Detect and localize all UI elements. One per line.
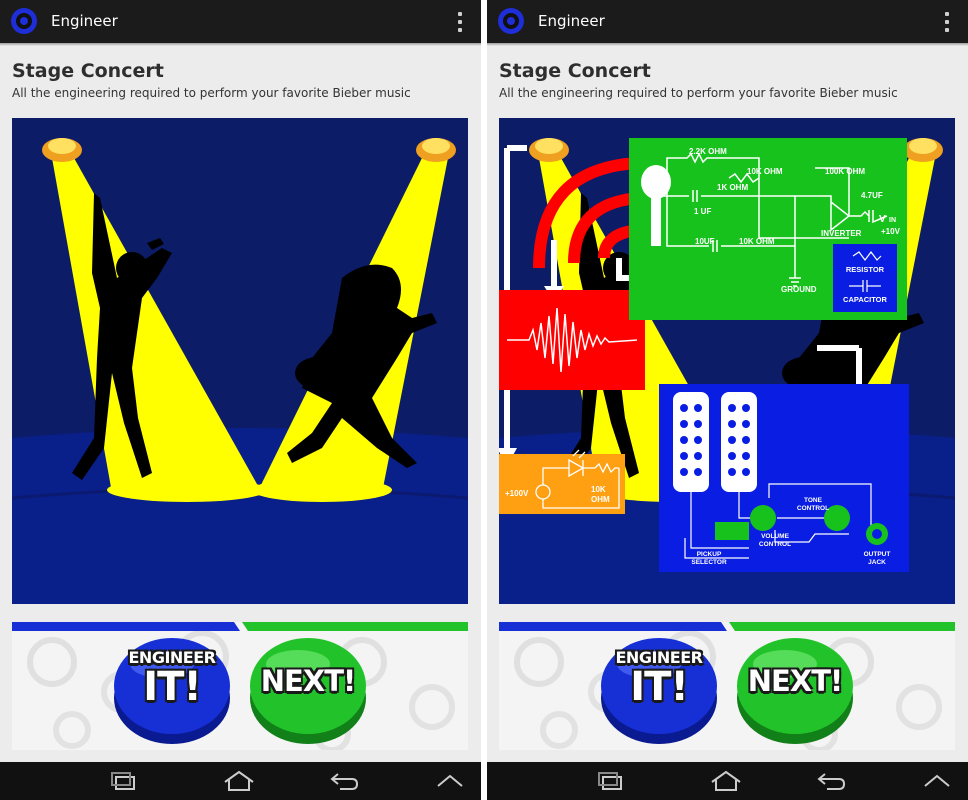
page-subtitle: All the engineering required to perform … bbox=[499, 86, 898, 100]
label-4.7uf: 4.7UF bbox=[861, 191, 883, 200]
engineer-it-label-line2: IT! bbox=[630, 664, 688, 710]
next-button[interactable]: NEXT! bbox=[733, 630, 857, 748]
stage-concert-illustration bbox=[10, 116, 470, 606]
label-output-2: JACK bbox=[868, 559, 886, 566]
overflow-menu-icon[interactable] bbox=[457, 12, 463, 32]
menu-up-icon[interactable] bbox=[917, 770, 957, 792]
page-title: Stage Concert bbox=[499, 60, 651, 82]
overflow-menu-icon[interactable] bbox=[944, 12, 950, 32]
label-1-uf: 1 UF bbox=[694, 207, 711, 216]
gear-logo-icon[interactable] bbox=[495, 5, 527, 37]
home-icon[interactable] bbox=[706, 770, 746, 792]
gear-pattern-background bbox=[12, 622, 468, 750]
recent-apps-icon[interactable] bbox=[104, 770, 144, 792]
system-navigation-bar bbox=[487, 762, 968, 800]
label-plus-10v: +10V bbox=[881, 227, 901, 236]
recent-apps-icon[interactable] bbox=[591, 770, 631, 792]
page-subtitle: All the engineering required to perform … bbox=[12, 86, 411, 100]
legend-resistor: RESISTOR bbox=[846, 265, 885, 274]
phone-screen-left: Engineer Stage Concert All the engineeri… bbox=[0, 0, 481, 800]
app-title: Engineer bbox=[538, 12, 605, 30]
label-v-in-sub: IN bbox=[889, 217, 896, 224]
label-volume-2: CONTROL bbox=[759, 541, 791, 548]
button-panel: ENGINEER IT! NEXT! bbox=[499, 622, 955, 750]
menu-up-icon[interactable] bbox=[430, 770, 470, 792]
page-title: Stage Concert bbox=[12, 60, 164, 82]
label-v-in: V bbox=[879, 214, 886, 225]
app-title: Engineer bbox=[51, 12, 118, 30]
label-10k-ohm-a: 10K OHM bbox=[747, 167, 783, 176]
label-output-1: OUTPUT bbox=[864, 551, 891, 558]
label-pickup-1: PICKUP bbox=[697, 551, 722, 558]
guitar-circuit-panel: TONE CONTROL VOLUME CONTROL PICKUP SELEC… bbox=[659, 384, 909, 572]
next-button[interactable]: NEXT! bbox=[246, 630, 370, 748]
engineer-it-button[interactable]: ENGINEER IT! bbox=[110, 630, 234, 748]
label-10-uf: 10UF bbox=[695, 237, 715, 246]
back-icon[interactable] bbox=[324, 770, 364, 792]
amplifier-circuit-panel: 2.2K OHM 10K OHM 1K OHM 100K OHM 1 UF 10… bbox=[629, 138, 907, 320]
engineer-it-button[interactable]: ENGINEER IT! bbox=[597, 630, 721, 748]
label-2.2k-ohm: 2.2K OHM bbox=[689, 147, 727, 156]
label-tone-2: CONTROL bbox=[797, 505, 829, 512]
next-label: NEXT! bbox=[260, 664, 356, 698]
strip-accent bbox=[12, 622, 468, 631]
label-1k-ohm: 1K OHM bbox=[717, 183, 748, 192]
stage-concert-illustration: 2.2K OHM 10K OHM 1K OHM 100K OHM 1 UF 10… bbox=[497, 116, 957, 606]
gear-pattern-background bbox=[499, 622, 955, 750]
label-10k-ohm-b: 10K OHM bbox=[739, 237, 775, 246]
next-label: NEXT! bbox=[747, 664, 843, 698]
label-ohm: OHM bbox=[591, 495, 610, 504]
label-100k-ohm: 100K OHM bbox=[825, 167, 865, 176]
led-circuit-panel: +100V 10K OHM bbox=[499, 449, 625, 514]
back-icon[interactable] bbox=[811, 770, 851, 792]
system-navigation-bar bbox=[0, 762, 481, 800]
action-bar-shadow bbox=[487, 43, 968, 46]
engineer-it-label-line2: IT! bbox=[143, 664, 201, 710]
button-panel: ENGINEER IT! NEXT! bbox=[12, 622, 468, 750]
label-tone-1: TONE bbox=[804, 497, 823, 504]
label-pickup-2: SELECTOR bbox=[691, 559, 727, 566]
gear-logo-icon[interactable] bbox=[8, 5, 40, 37]
waveform-panel bbox=[499, 290, 645, 390]
home-icon[interactable] bbox=[219, 770, 259, 792]
label-10k: 10K bbox=[591, 485, 606, 494]
strip-accent bbox=[499, 622, 955, 631]
label-ground: GROUND bbox=[781, 285, 817, 294]
legend-capacitor: CAPACITOR bbox=[843, 295, 887, 304]
action-bar-shadow bbox=[0, 43, 481, 46]
label-inverter: INVERTER bbox=[821, 229, 862, 238]
action-bar: Engineer bbox=[487, 0, 968, 43]
phone-screen-right: Engineer Stage Concert All the engineeri… bbox=[487, 0, 968, 800]
label-volume-1: VOLUME bbox=[761, 533, 789, 540]
action-bar: Engineer bbox=[0, 0, 481, 43]
label-plus-100v: +100V bbox=[505, 489, 529, 498]
